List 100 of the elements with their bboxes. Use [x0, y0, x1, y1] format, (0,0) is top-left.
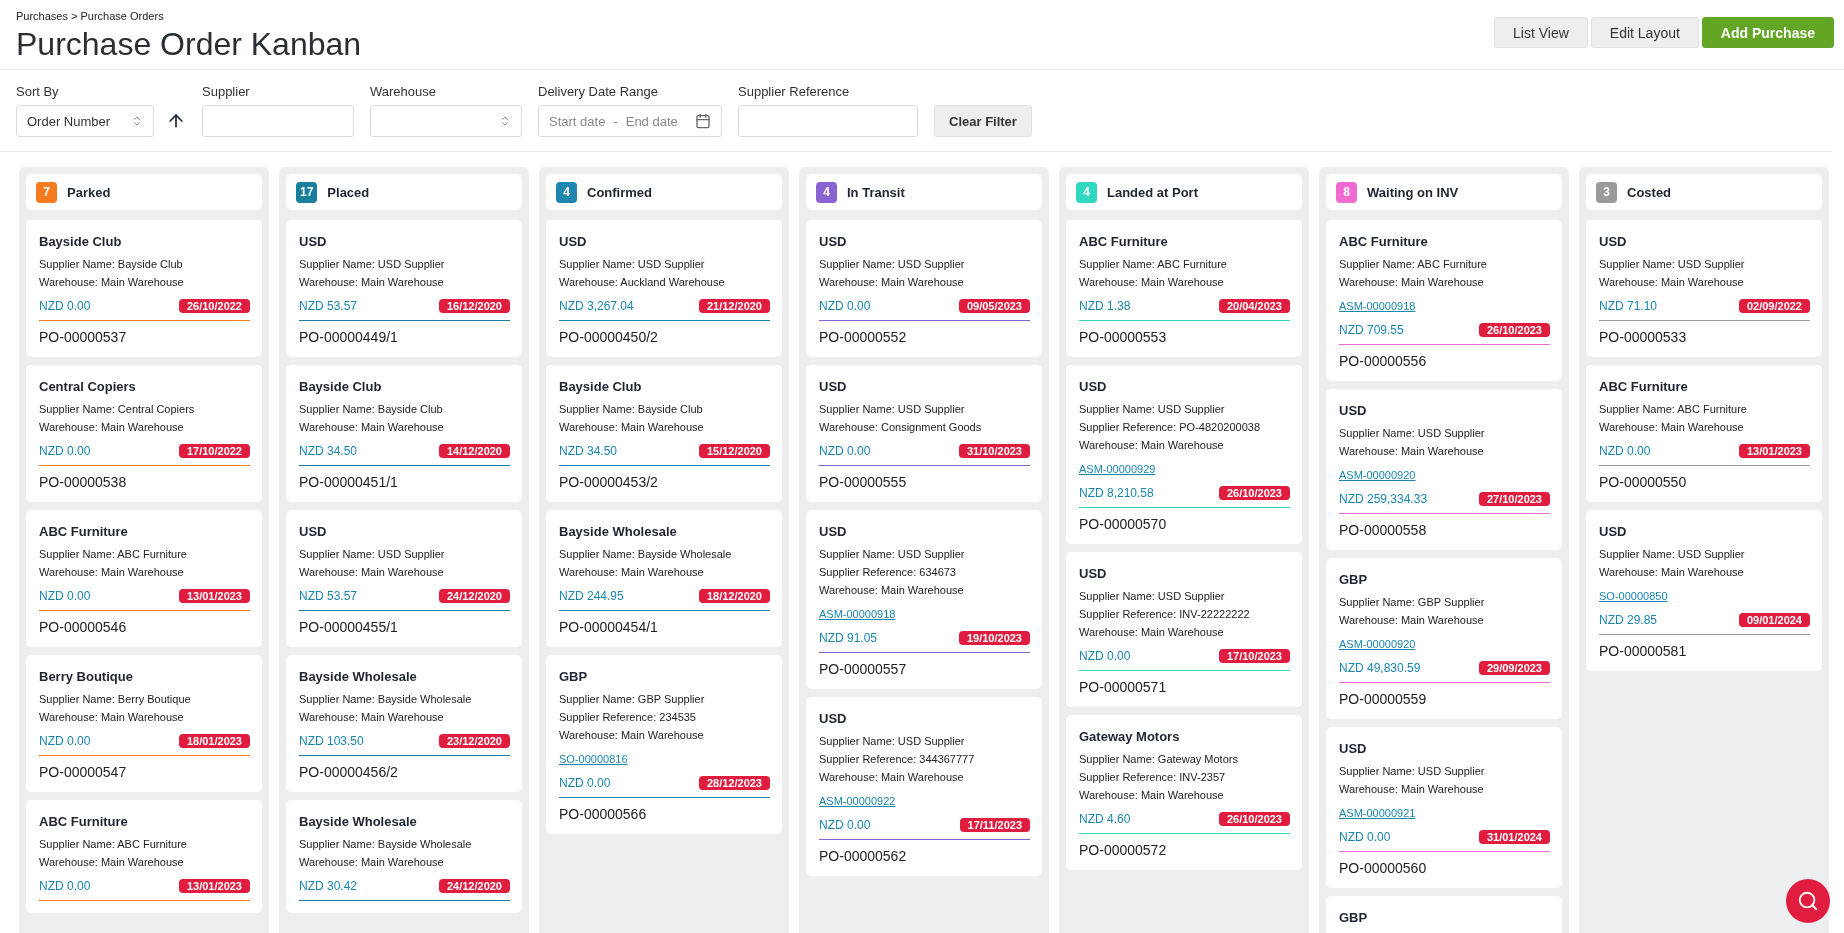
toolbar-button[interactable]: Edit Layout	[1590, 17, 1699, 48]
order-card[interactable]: USD Supplier Name: USD Supplier Supplier Reference: 634673 Warehouse: Main Warehouse ASM-00000918 NZD 91.05 19/10/2023 PO-00000557	[806, 510, 1042, 689]
shipment-link[interactable]: ASM-00000918	[819, 605, 896, 623]
order-number: PO-00000455/1	[299, 619, 399, 635]
shipment-link[interactable]: ASM-00000920	[1339, 466, 1416, 484]
order-card[interactable]: USD Supplier Name: USD Supplier Warehouse: Main Warehouse ASM-00000921 NZD 0.00 31/01/2024 PO-00000560	[1326, 727, 1562, 888]
card-detail: Supplier Reference: INV-2357	[1079, 770, 1227, 785]
card-title: USD	[1339, 741, 1368, 756]
supplier-reference-field[interactable]	[738, 105, 918, 137]
card-detail: Warehouse: Main Warehouse	[1339, 275, 1485, 290]
card-title: USD	[559, 234, 588, 249]
order-number: PO-00000562	[819, 848, 908, 864]
date-badge: 28/12/2023	[698, 776, 770, 790]
card-detail: Supplier Name: Bayside Wholesale	[559, 547, 733, 562]
order-number: PO-00000456/2	[299, 764, 399, 780]
clear-filter-button[interactable]: Clear Filter	[934, 105, 1032, 137]
card-detail: Warehouse: Main Warehouse	[1599, 275, 1745, 290]
order-amount: NZD 0.00	[39, 444, 91, 458]
card-detail: Warehouse: Main Warehouse	[1079, 625, 1225, 640]
order-card[interactable]: USD Supplier Name: USD Supplier Warehouse: Main Warehouse NZD 71.10 02/09/2022 PO-00000533	[1586, 220, 1822, 357]
card-title: USD	[819, 379, 848, 394]
supplier-field[interactable]	[202, 105, 354, 137]
sort-select[interactable]: Order Number	[16, 105, 154, 137]
order-card[interactable]: Bayside Wholesale Supplier Name: Bayside Wholesale Warehouse: Main Warehouse NZD 30.42 24/12/2020	[286, 800, 522, 913]
card-detail: Supplier Reference: 344367777	[819, 752, 976, 767]
order-card[interactable]: GBP Supplier Name: GBP Supplier Supplier Reference: 234535 Warehouse: Main Warehouse SO-00000816 NZD 0.00 28/12/2023 PO-00000566	[546, 655, 782, 834]
card-detail: Supplier Name: USD Supplier	[1599, 547, 1746, 562]
order-card[interactable]: GBP Supplier Name: GBP Supplier Warehouse: Main Warehouse ASM-00000920 NZD 49,830.59 29/09/2023 PO-00000559	[1326, 558, 1562, 719]
card-detail: Supplier Name: USD Supplier	[1339, 426, 1486, 441]
order-card[interactable]: Bayside Wholesale Supplier Name: Bayside Wholesale Warehouse: Main Warehouse NZD 244.95 18/12/2020 PO-00000454/1	[546, 510, 782, 647]
card-detail: Warehouse: Main Warehouse	[39, 420, 185, 435]
order-amount: NZD 91.05	[819, 631, 878, 645]
order-card[interactable]: Gateway Motors Supplier Name: Gateway Motors Supplier Reference: INV-2357 Warehouse: Main Warehouse NZD 4.60 26/10/2023 PO-00000572	[1066, 715, 1302, 870]
date-badge: 26/10/2023	[1218, 812, 1290, 826]
select-chevron-icon	[499, 115, 511, 127]
order-card[interactable]: USD Supplier Name: USD Supplier Warehouse: Main Warehouse NZD 53.57 24/12/2020 PO-00000455/1	[286, 510, 522, 647]
order-card[interactable]: ABC Furniture Supplier Name: ABC Furniture Warehouse: Main Warehouse NZD 1.38 20/04/2023 PO-00000553	[1066, 220, 1302, 357]
order-card[interactable]: USD Supplier Name: USD Supplier Supplier Reference: 344367777 Warehouse: Main Warehouse ASM-00000922 NZD 0.00 17/11/2023 PO-00000562	[806, 697, 1042, 876]
date-range-field[interactable]: Start date - End date	[538, 105, 722, 137]
order-card[interactable]: USD Supplier Name: USD Supplier Supplier Reference: INV-22222222 Warehouse: Main Warehouse NZD 0.00 17/10/2023 PO-00000571	[1066, 552, 1302, 707]
card-detail: Supplier Name: Bayside Wholesale	[299, 837, 473, 852]
order-card[interactable]: Berry Boutique Supplier Name: Berry Boutique Warehouse: Main Warehouse NZD 0.00 18/01/2023 PO-00000547	[26, 655, 262, 792]
order-amount: NZD 29.85	[1599, 613, 1658, 627]
order-amount: NZD 259,334.33	[1339, 492, 1428, 506]
card-title: USD	[1339, 403, 1368, 418]
order-card[interactable]: GBP	[1326, 896, 1562, 933]
toolbar-button[interactable]: List View	[1494, 17, 1588, 48]
card-detail: Warehouse: Main Warehouse	[559, 565, 705, 580]
shipment-link[interactable]: SO-00000816	[559, 750, 628, 768]
card-detail: Supplier Name: Central Copiers	[39, 402, 196, 417]
card-detail: Warehouse: Main Warehouse	[1079, 788, 1225, 803]
order-card[interactable]: ABC Furniture Supplier Name: ABC Furniture Warehouse: Main Warehouse ASM-00000918 NZD 709.55 26/10/2023 PO-00000556	[1326, 220, 1562, 381]
field-label: Supplier	[202, 84, 251, 99]
order-amount: NZD 0.00	[39, 589, 91, 603]
order-amount: NZD 0.00	[39, 879, 91, 893]
order-card[interactable]: Bayside Club Supplier Name: Bayside Club Warehouse: Main Warehouse NZD 0.00 26/10/2022 PO-00000537	[26, 220, 262, 357]
order-card[interactable]: Bayside Club Supplier Name: Bayside Club Warehouse: Main Warehouse NZD 34.50 15/12/2020 PO-00000453/2	[546, 365, 782, 502]
order-amount: NZD 0.00	[1079, 649, 1131, 663]
card-title: USD	[299, 234, 328, 249]
shipment-link[interactable]: ASM-00000920	[1339, 635, 1416, 653]
card-title: Bayside Club	[559, 379, 643, 394]
shipment-link[interactable]: ASM-00000922	[819, 792, 896, 810]
card-title: Bayside Wholesale	[559, 524, 678, 539]
order-number: PO-00000533	[1599, 329, 1688, 345]
order-number: PO-00000547	[39, 764, 128, 780]
card-detail: Supplier Name: ABC Furniture	[1339, 257, 1488, 272]
order-card[interactable]: ABC Furniture Supplier Name: ABC Furniture Warehouse: Main Warehouse NZD 0.00 13/01/2023 PO-00000550	[1586, 365, 1822, 502]
shipment-link[interactable]: SO-00000850	[1599, 587, 1668, 605]
date-badge: 17/10/2022	[178, 444, 250, 458]
order-card[interactable]: USD Supplier Name: USD Supplier Warehouse: Main Warehouse NZD 0.00 09/05/2023 PO-00000552	[806, 220, 1042, 357]
order-card[interactable]: USD Supplier Name: USD Supplier Warehouse: Main Warehouse NZD 53.57 16/12/2020 PO-00000449/1	[286, 220, 522, 357]
card-detail: Warehouse: Main Warehouse	[1339, 782, 1485, 797]
warehouse-select[interactable]	[370, 105, 522, 137]
card-detail: Warehouse: Main Warehouse	[39, 855, 185, 870]
order-card[interactable]: USD Supplier Name: USD Supplier Warehouse: Consignment Goods NZD 0.00 31/10/2023 PO-00000555	[806, 365, 1042, 502]
card-detail: Supplier Name: ABC Furniture	[1599, 402, 1748, 417]
order-card[interactable]: Central Copiers Supplier Name: Central Copiers Warehouse: Main Warehouse NZD 0.00 17/10/2022 PO-00000538	[26, 365, 262, 502]
order-amount: NZD 34.50	[559, 444, 618, 458]
order-card[interactable]: USD Supplier Name: USD Supplier Warehouse: Auckland Warehouse NZD 3,267.04 21/12/2020 PO-00000450/2	[546, 220, 782, 357]
card-detail: Warehouse: Main Warehouse	[819, 770, 965, 785]
order-card[interactable]: USD Supplier Name: USD Supplier Supplier Reference: PO-4820200038 Warehouse: Main Warehouse ASM-00000929 NZD 8,210.58 26/10/2023 PO-00000570	[1066, 365, 1302, 544]
order-card[interactable]: USD Supplier Name: USD Supplier Warehouse: Main Warehouse SO-00000850 NZD 29.85 09/01/2024 PO-00000581	[1586, 510, 1822, 671]
shipment-link[interactable]: ASM-00000929	[1079, 460, 1156, 478]
order-amount: NZD 3,267.04	[559, 299, 634, 313]
order-number: PO-00000550	[1599, 474, 1688, 490]
shipment-link[interactable]: ASM-00000918	[1339, 297, 1416, 315]
order-card[interactable]: Bayside Wholesale Supplier Name: Bayside Wholesale Warehouse: Main Warehouse NZD 103.50 23/12/2020 PO-00000456/2	[286, 655, 522, 792]
card-detail: Warehouse: Main Warehouse	[1599, 420, 1745, 435]
order-card[interactable]: ABC Furniture Supplier Name: ABC Furniture Warehouse: Main Warehouse NZD 0.00 13/01/2023	[26, 800, 262, 913]
card-title: Bayside Club	[39, 234, 123, 249]
date-badge: 31/10/2023	[958, 444, 1030, 458]
order-card[interactable]: USD Supplier Name: USD Supplier Warehouse: Main Warehouse ASM-00000920 NZD 259,334.33 27/10/2023 PO-00000558	[1326, 389, 1562, 550]
count-badge: 4	[816, 181, 837, 203]
card-title: USD	[1079, 566, 1108, 581]
shipment-link[interactable]: ASM-00000921	[1339, 804, 1416, 822]
column-title: Landed at Port	[1107, 184, 1198, 200]
order-card[interactable]: ABC Furniture Supplier Name: ABC Furniture Warehouse: Main Warehouse NZD 0.00 13/01/2023 PO-00000546	[26, 510, 262, 647]
column-title: Placed	[327, 184, 370, 200]
date-badge: 18/12/2020	[698, 589, 770, 603]
order-card[interactable]: Bayside Club Supplier Name: Bayside Club Warehouse: Main Warehouse NZD 34.50 14/12/2020 PO-00000451/1	[286, 365, 522, 502]
